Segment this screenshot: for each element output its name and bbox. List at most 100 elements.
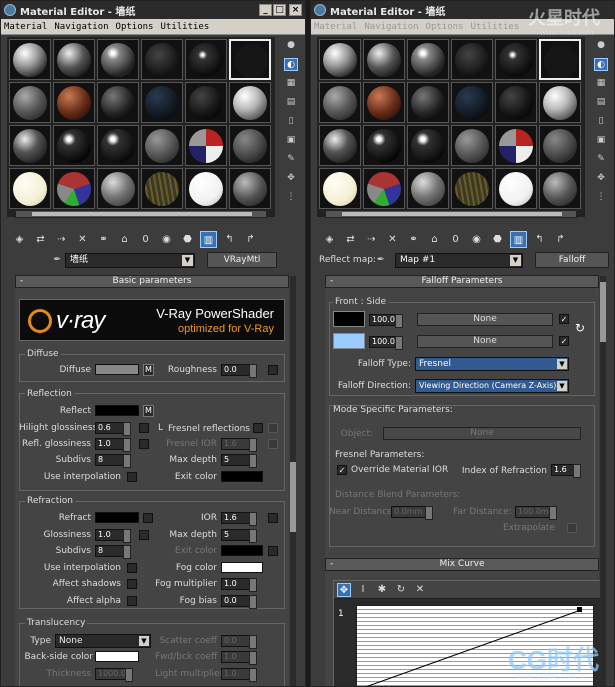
menu-material[interactable]: Material [4,22,47,32]
select-by-material-icon[interactable]: ✥ [594,172,608,185]
light-multiplier-spinner[interactable]: 1.0 [221,668,257,682]
reset-map-icon[interactable]: ✕ [74,231,91,248]
reflect-exit-color-swatch[interactable] [221,471,263,482]
sample-slot[interactable] [451,82,493,123]
sample-slot[interactable] [229,168,271,209]
menu-utilities[interactable]: Utilities [160,22,209,32]
sample-slot[interactable] [363,39,405,80]
sample-slot[interactable] [185,125,227,166]
refract-use-interpolation-checkbox[interactable] [127,563,137,573]
show-end-result-icon[interactable]: ⬣ [489,231,506,248]
select-by-material-icon[interactable]: ✥ [284,172,298,185]
scroll-thumb[interactable] [600,282,606,342]
get-material-icon[interactable]: ◈ [11,231,28,248]
sample-slot[interactable] [319,168,361,209]
minimize-icon[interactable]: _ [259,4,272,16]
side-amount-spinner[interactable]: 100.0 [369,336,403,350]
fresnel-ior-map-button[interactable] [268,439,278,449]
reset-map-icon[interactable]: ✕ [384,231,401,248]
go-forward-to-sibling-icon[interactable]: ↱ [242,231,259,248]
front-map-checkbox[interactable]: ✓ [559,314,569,324]
assign-to-selection-icon[interactable]: ⇢ [363,231,380,248]
video-color-check-icon[interactable]: ▯ [284,115,298,128]
sample-slot[interactable] [97,125,139,166]
go-to-parent-icon[interactable]: ↰ [531,231,548,248]
diffuse-color-swatch[interactable] [95,364,139,375]
scroll-thumb[interactable] [290,462,296,532]
reflect-use-interpolation-checkbox[interactable] [127,472,137,482]
translucency-type-dropdown[interactable]: None ▼ [55,634,151,648]
menu-options[interactable]: Options [426,22,464,32]
refl-gloss-map-button[interactable] [139,439,149,449]
affect-alpha-checkbox[interactable] [127,596,137,606]
refract-glossiness-spinner[interactable]: 1.0 [95,529,131,543]
show-end-result-icon[interactable]: ⬣ [179,231,196,248]
scroll-thumb[interactable] [32,212,252,216]
sample-slot[interactable] [363,125,405,166]
show-map-in-viewport-icon[interactable]: ◉ [158,231,175,248]
side-map-checkbox[interactable]: ✓ [559,336,569,346]
refract-exit-color-swatch[interactable] [221,545,263,556]
lock-hilight-button[interactable]: L [158,423,163,433]
near-distance-spinner[interactable]: 0.0mm [391,506,433,520]
sample-slot[interactable] [495,82,537,123]
sample-slot[interactable] [229,82,271,123]
chevron-down-icon[interactable]: ▼ [139,636,149,646]
map-name-field[interactable]: Map #1 ▼ [395,252,523,268]
override-ior-checkbox[interactable]: ✓ [337,465,347,475]
material-effects-channel-icon[interactable]: 0 [447,231,464,248]
fresnel-reflections-checkbox[interactable] [253,423,263,433]
affect-shadows-checkbox[interactable] [127,579,137,589]
diffuse-map-button[interactable]: M [143,364,154,376]
sample-slot[interactable] [97,39,139,80]
refl-glossiness-spinner[interactable]: 1.0 [95,438,131,452]
reflect-subdivs-spinner[interactable]: 8 [95,454,131,468]
menu-material[interactable]: Material [314,22,357,32]
sample-slot[interactable] [53,168,95,209]
hilight-map-button[interactable] [139,423,149,433]
sample-slot[interactable] [407,168,449,209]
maximize-icon[interactable]: □ [273,4,286,16]
reset-curve-icon[interactable]: ↻ [394,583,408,597]
menu-utilities[interactable]: Utilities [470,22,519,32]
rollout-mix-curve[interactable]: Mix Curve [325,558,599,571]
material-map-navigator-icon[interactable]: ⋮ [594,191,608,204]
delete-point-icon[interactable]: ✕ [413,583,427,597]
menu-navigation[interactable]: Navigation [54,22,108,32]
far-distance-spinner[interactable]: 100.0mm [515,506,557,520]
make-preview-icon[interactable]: ▣ [594,134,608,147]
sample-slot[interactable] [495,39,537,80]
fwd-bck-coeff-spinner[interactable]: 1.0 [221,651,257,665]
side-map-button[interactable]: None [417,335,553,348]
options-icon[interactable]: ✎ [284,153,298,166]
sample-slot[interactable] [229,125,271,166]
reflect-max-depth-spinner[interactable]: 5 [221,454,257,468]
sample-slot[interactable] [141,39,183,80]
scatter-coeff-spinner[interactable]: 0.0 [221,635,257,649]
sample-slot[interactable] [495,168,537,209]
chevron-down-icon[interactable]: ▼ [557,359,567,369]
sample-slot[interactable] [141,82,183,123]
make-unique-icon[interactable]: ⚭ [405,231,422,248]
sample-slot[interactable] [539,39,581,80]
show-map-in-viewport-icon[interactable]: ◉ [468,231,485,248]
sample-slot[interactable] [185,82,227,123]
title-bar[interactable]: Material Editor - 墙纸 _ □ × [1,1,305,19]
extrapolate-checkbox[interactable] [567,523,577,533]
go-forward-to-sibling-icon[interactable]: ↱ [552,231,569,248]
fog-color-swatch[interactable] [221,562,263,573]
uv-tiling-icon[interactable]: ▤ [284,96,298,109]
video-color-check-icon[interactable]: ▯ [594,115,608,128]
put-to-library-icon[interactable]: ⌂ [116,231,133,248]
add-point-icon[interactable]: ✱ [375,583,389,597]
sample-slot[interactable] [363,168,405,209]
sample-slot[interactable] [363,82,405,123]
index-of-refraction-spinner[interactable]: 1.6 [551,464,581,478]
material-effects-channel-icon[interactable]: 0 [137,231,154,248]
object-pick-button[interactable]: None [383,427,581,440]
chevron-down-icon[interactable]: ▼ [182,254,193,266]
sample-slot[interactable] [97,168,139,209]
sample-slot[interactable] [185,39,227,80]
reflect-map-button[interactable]: M [143,405,154,417]
show-end-result-toggle-icon[interactable]: ▥ [510,230,527,248]
